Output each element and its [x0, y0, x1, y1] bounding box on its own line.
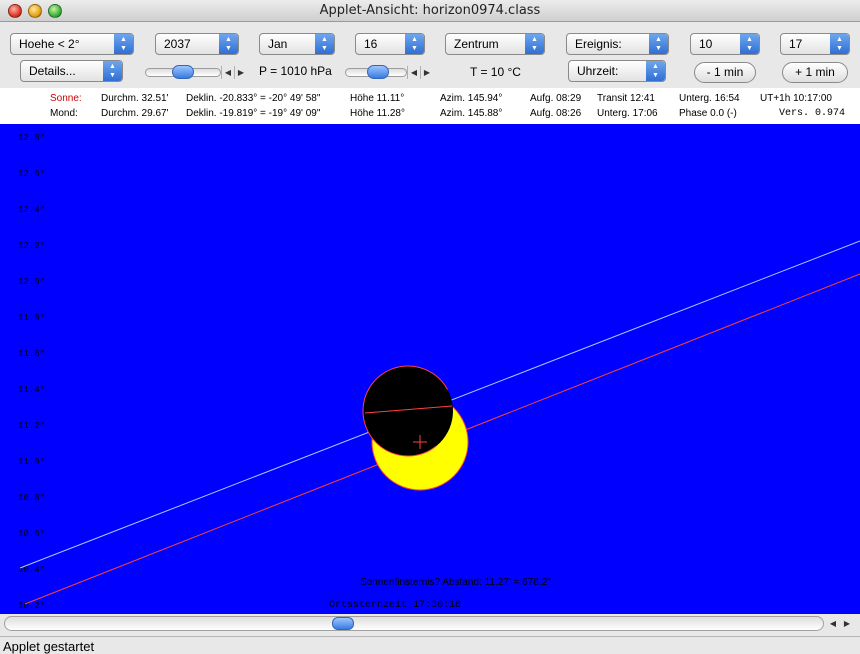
arrow-left-icon[interactable]: ◀	[221, 66, 234, 79]
altitude-tick-label: 10.8°	[18, 493, 45, 503]
updown-arrows-icon: ▲ ▼	[114, 34, 133, 54]
altitude-tick-label: 12.2°	[18, 241, 45, 251]
sidereal-time-text: Ortssternzeit 17:30:18	[329, 599, 461, 611]
sun-declination: Deklin. -20.833° = -20° 49' 58"	[186, 93, 321, 104]
updown-arrows-icon: ▲ ▼	[649, 34, 668, 54]
day-select[interactable]: 16 ▲ ▼	[355, 33, 425, 55]
clock-select[interactable]: Uhrzeit: ▲ ▼	[568, 60, 666, 82]
altitude-tick-label: 12.4°	[18, 205, 45, 215]
month-select[interactable]: Jan ▲ ▼	[259, 33, 335, 55]
altitude-tick-label: 10.6°	[18, 529, 45, 539]
sun-diameter: Durchm. 32.51'	[101, 93, 169, 104]
minus-minute-button[interactable]: - 1 min	[694, 62, 756, 83]
sun-label: Sonne:	[50, 93, 82, 104]
hour-select[interactable]: 10 ▲ ▼	[690, 33, 760, 55]
moon-rise: Aufg. 08:26	[530, 108, 582, 119]
moon-altitude: Höhe 11.28°	[350, 108, 405, 119]
altitude-tick-label: 11.2°	[18, 421, 45, 431]
month-select-value: Jan	[268, 37, 288, 51]
arrow-left-icon[interactable]: ◀	[407, 66, 420, 79]
sky-view: 12.8° 12.6° 12.4° 12.2° 12.0° 11.8° 11.6° 11.4°…	[0, 124, 860, 614]
temperature-label: T = 10 °C	[470, 65, 521, 79]
pressure-slider-thumb[interactable]	[172, 65, 194, 79]
event-select[interactable]: Ereignis: ▲ ▼	[566, 33, 669, 55]
scrollbar-thumb[interactable]	[332, 617, 354, 630]
sky-canvas: 12.8° 12.6° 12.4° 12.2° 12.0° 11.8° 11.6° 11.4°…	[18, 133, 860, 611]
pressure-slider[interactable]: ◀ ▶	[145, 64, 249, 80]
year-select-value: 2037	[164, 37, 191, 51]
altitude-tick-label: 11.8°	[18, 313, 45, 323]
altitude-tick-label: 10.2°	[18, 601, 45, 611]
moon-azimuth: Azim. 145.88°	[440, 108, 503, 119]
altitude-axis: 12.8° 12.6° 12.4° 12.2° 12.0° 11.8° 11.6° 11.4°…	[18, 133, 45, 611]
year-select[interactable]: 2037 ▲ ▼	[155, 33, 239, 55]
moon-set: Unterg. 17:06	[597, 108, 658, 119]
moon-diameter: Durchm. 29.67'	[101, 108, 169, 119]
altitude-select-value: Hoehe < 2°	[19, 37, 80, 51]
version-label: Vers. 0.974	[779, 108, 846, 119]
horizontal-scrollbar[interactable]: ◀ ▶	[4, 616, 856, 631]
updown-arrows-icon: ▲ ▼	[525, 34, 544, 54]
title-bar: Applet-Ansicht: horizon0974.class	[0, 0, 860, 22]
updown-arrows-icon: ▲ ▼	[315, 34, 334, 54]
day-select-value: 16	[364, 37, 378, 51]
altitude-tick-label: 11.4°	[18, 385, 45, 395]
updown-arrows-icon: ▲ ▼	[219, 34, 238, 54]
info-panel: Sonne: Durchm. 32.51' Deklin. -20.833° =…	[0, 88, 860, 124]
sun-rise: Aufg. 08:29	[530, 93, 582, 104]
status-bar: Applet gestartet	[0, 636, 860, 654]
event-select-value: Ereignis:	[575, 37, 622, 51]
center-select[interactable]: Zentrum ▲ ▼	[445, 33, 545, 55]
plus-minute-button[interactable]: + 1 min	[782, 62, 848, 83]
hour-select-value: 10	[699, 37, 713, 51]
moon-label: Mond:	[50, 108, 78, 119]
eclipse-text: Sonnenfinsternis? Abstand: 11.27' = 678.…	[360, 577, 551, 588]
altitude-tick-label: 12.8°	[18, 133, 45, 143]
details-select[interactable]: Details... ▲ ▼	[20, 60, 123, 82]
pressure-label: P = 1010 hPa	[259, 64, 332, 78]
center-select-value: Zentrum	[454, 37, 499, 51]
updown-arrows-icon: ▲ ▼	[646, 61, 665, 81]
altitude-tick-label: 11.6°	[18, 349, 45, 359]
minute-select[interactable]: 17 ▲ ▼	[780, 33, 850, 55]
current-time: UT+1h 10:17:00	[760, 93, 832, 104]
arrow-right-icon[interactable]: ▶	[420, 66, 433, 79]
minute-select-value: 17	[789, 37, 803, 51]
updown-arrows-icon: ▲ ▼	[103, 61, 122, 81]
temperature-slider-thumb[interactable]	[367, 65, 389, 79]
window-title: Applet-Ansicht: horizon0974.class	[319, 3, 541, 18]
status-text: Applet gestartet	[3, 639, 95, 654]
arrow-right-icon[interactable]: ▶	[234, 66, 247, 79]
updown-arrows-icon: ▲ ▼	[740, 34, 759, 54]
details-select-value: Details...	[29, 64, 76, 78]
sun-azimuth: Azim. 145.94°	[440, 93, 503, 104]
updown-arrows-icon: ▲ ▼	[405, 34, 424, 54]
scrollbar-track[interactable]	[4, 616, 824, 631]
altitude-tick-label: 12.0°	[18, 277, 45, 287]
altitude-select[interactable]: Hoehe < 2° ▲ ▼	[10, 33, 134, 55]
arrow-left-icon[interactable]: ◀	[826, 617, 840, 630]
clock-select-value: Uhrzeit:	[577, 64, 619, 78]
sun-altitude: Höhe 11.11°	[350, 93, 405, 104]
arrow-right-icon[interactable]: ▶	[840, 617, 854, 630]
moon-declination: Deklin. -19.819° = -19° 49' 09"	[186, 108, 321, 119]
sun-set: Unterg. 16:54	[679, 93, 740, 104]
temperature-slider[interactable]: ◀ ▶	[345, 64, 435, 80]
sun-transit: Transit 12:41	[597, 93, 655, 104]
moon-phase: Phase 0.0 (-)	[679, 108, 737, 119]
altitude-tick-label: 10.4°	[18, 565, 45, 575]
altitude-tick-label: 11.0°	[18, 457, 45, 467]
updown-arrows-icon: ▲ ▼	[830, 34, 849, 54]
altitude-tick-label: 12.6°	[18, 169, 45, 179]
control-panel: Hoehe < 2° ▲ ▼ 2037 ▲ ▼ Jan ▲ ▼ 16 ▲ ▼ Zentr…	[0, 22, 860, 88]
